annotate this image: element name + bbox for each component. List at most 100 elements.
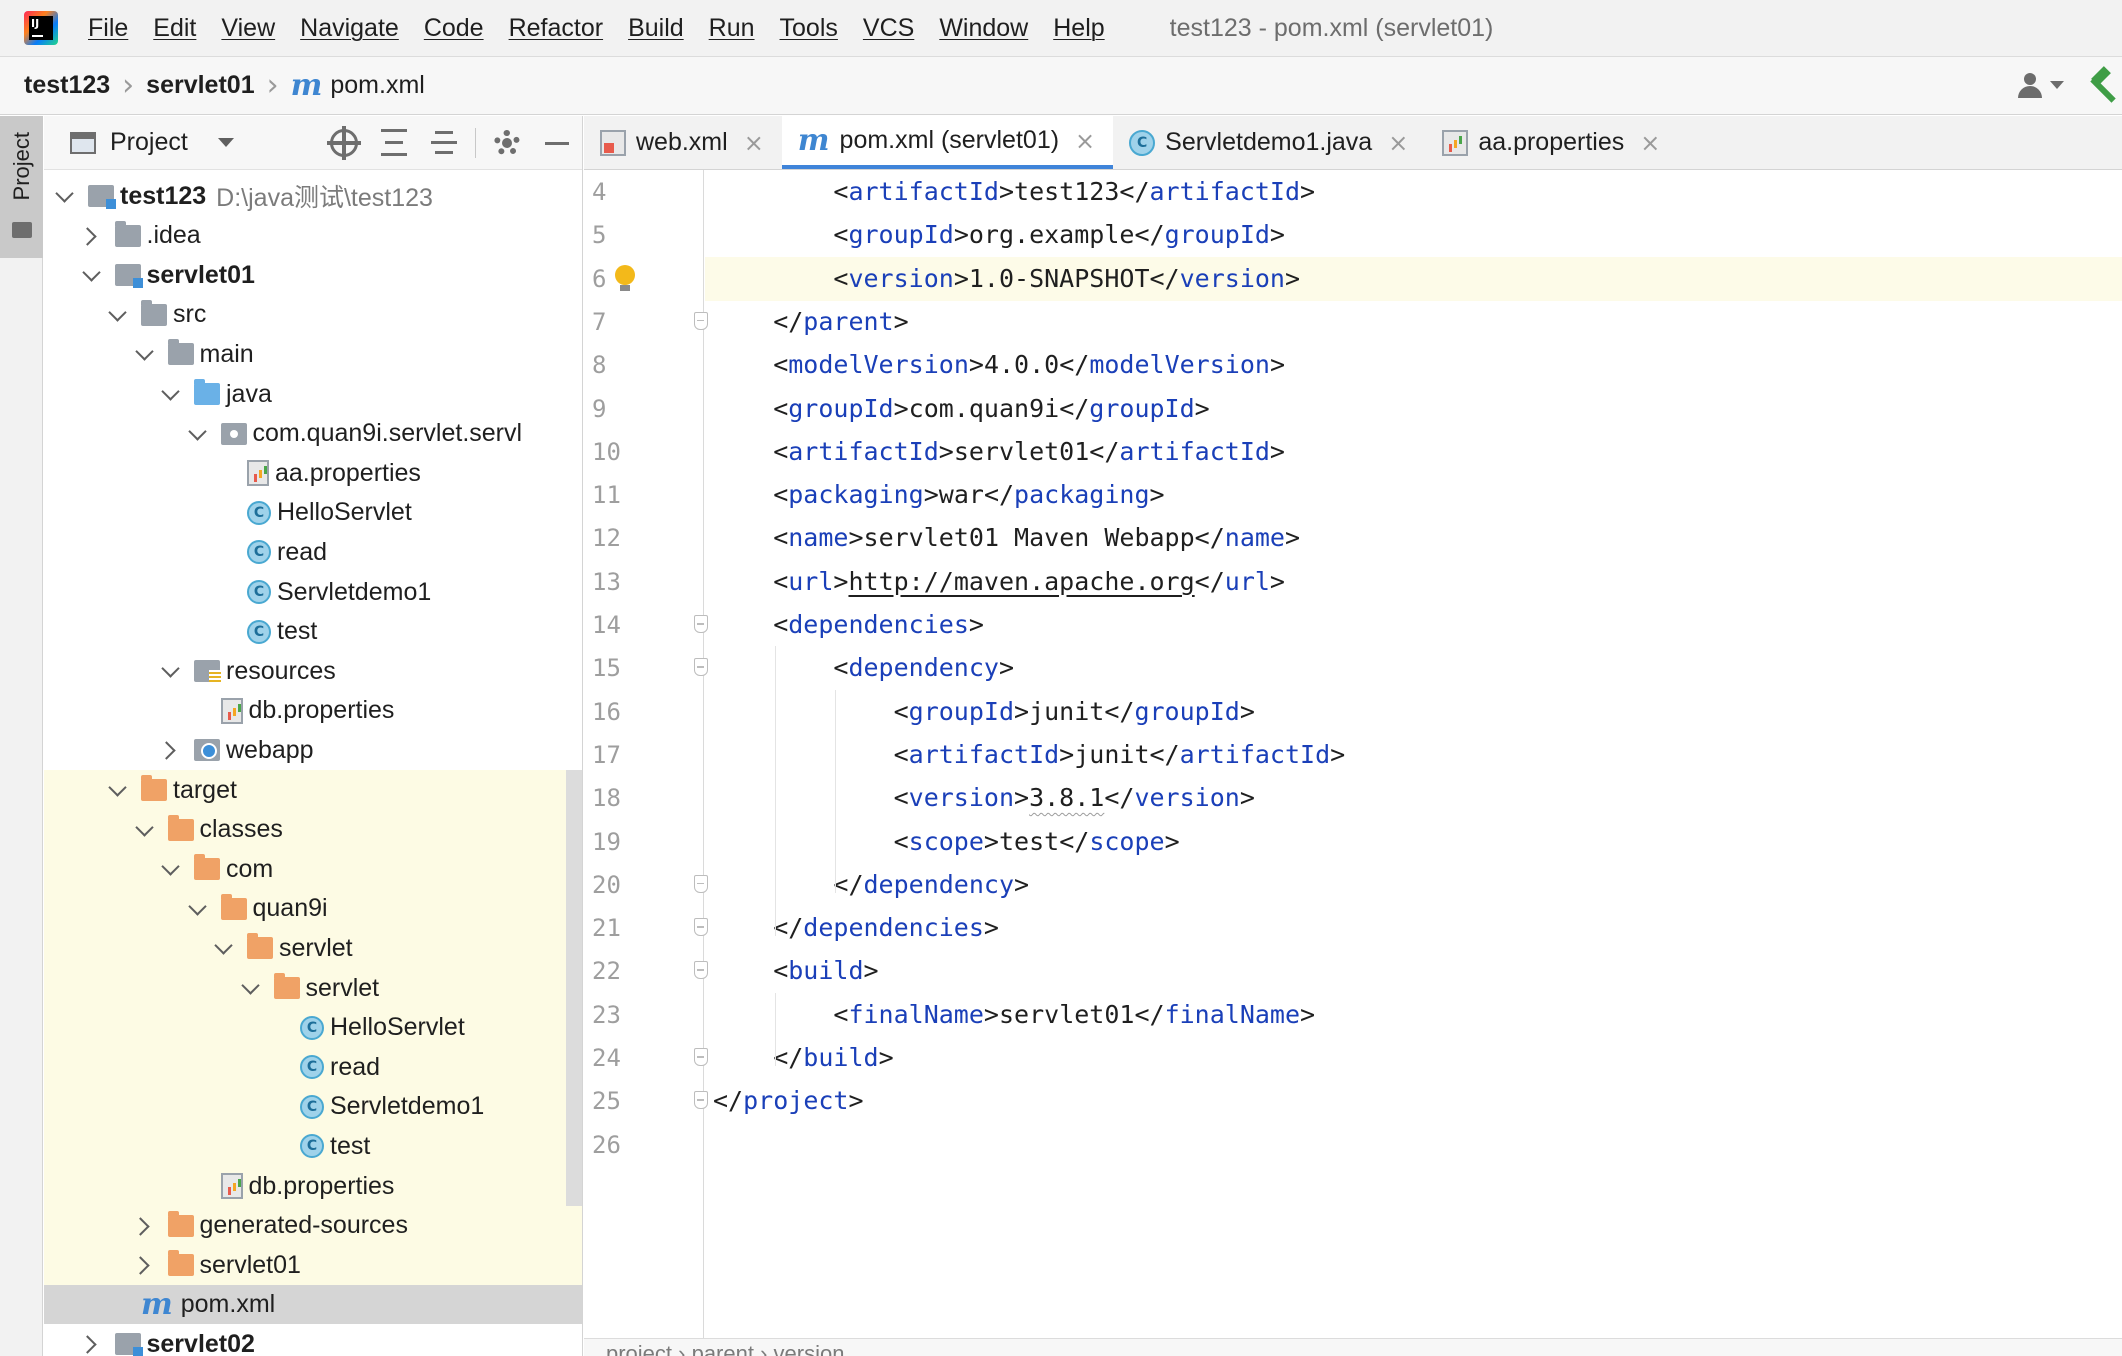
chevron-down-icon[interactable] <box>158 856 184 882</box>
menu-file[interactable]: File <box>88 14 128 43</box>
project-panel-title[interactable]: Project <box>110 128 188 157</box>
chevron-down-icon[interactable] <box>238 975 264 1001</box>
chevron-down-icon[interactable] <box>132 341 158 367</box>
tree-item[interactable]: db.properties <box>44 691 394 731</box>
tree-item[interactable]: target <box>44 770 237 810</box>
chevron-down-icon[interactable] <box>52 183 78 209</box>
tree-item[interactable]: resources <box>44 651 336 691</box>
breadcrumb-file[interactable]: pom.xml <box>330 71 424 100</box>
chevron-down-icon[interactable] <box>105 777 131 803</box>
menu-refactor[interactable]: Refactor <box>509 14 603 43</box>
tree-item[interactable]: src <box>44 295 206 335</box>
chevron-down-icon[interactable] <box>185 896 211 922</box>
line-number: 25 <box>592 1087 621 1116</box>
tree-item[interactable]: classes <box>44 810 283 850</box>
expand-all-icon <box>381 129 407 157</box>
tree-item[interactable]: Cread <box>44 1047 380 1087</box>
project-tool-tab-label: Project <box>9 132 34 201</box>
chevron-down-icon[interactable] <box>211 935 237 961</box>
menu-build[interactable]: Build <box>628 14 684 43</box>
tree-item[interactable]: main <box>44 334 254 374</box>
chevron-down-icon[interactable] <box>79 262 105 288</box>
menu-run[interactable]: Run <box>709 14 755 43</box>
tree-item[interactable]: java <box>44 374 272 414</box>
editor-tab[interactable]: aa.properties × <box>1426 116 1678 169</box>
tree-item[interactable]: servlet01 <box>44 255 255 295</box>
tree-item[interactable]: servlet02 <box>44 1324 255 1356</box>
tag-bracket: > <box>983 999 999 1029</box>
chevron-down-icon[interactable] <box>158 658 184 684</box>
tree-item[interactable]: m pom.xml <box>44 1285 275 1325</box>
menu-tools[interactable]: Tools <box>780 14 838 43</box>
close-icon[interactable]: × <box>1388 129 1408 157</box>
menu-vcs[interactable]: VCS <box>863 14 914 43</box>
line-number: 5 <box>592 221 607 250</box>
tag-bracket: > <box>1239 696 1255 726</box>
line-number: 22 <box>592 957 621 986</box>
code-editor[interactable]: <artifactId>test123</artifactId> <groupId… <box>705 170 2122 1356</box>
chevron-right-icon[interactable] <box>132 1213 158 1239</box>
xml-breadcrumb[interactable]: project › parent › version <box>584 1338 2122 1356</box>
xml-tag-value: test <box>998 826 1060 856</box>
tree-item[interactable]: generated-sources <box>44 1206 408 1246</box>
tag-bracket: < <box>773 523 789 553</box>
project-tool-tab[interactable]: Project <box>0 116 43 258</box>
expand-all-button[interactable] <box>369 116 419 170</box>
menubar: IJ File Edit View Navigate Code Refactor… <box>0 0 2122 57</box>
chevron-right-icon[interactable] <box>79 1331 105 1356</box>
menu-help[interactable]: Help <box>1053 14 1104 43</box>
chevron-down-icon[interactable] <box>217 138 234 147</box>
tree-item[interactable]: com.quan9i.servlet.servl <box>44 414 522 454</box>
editor-tab[interactable]: web.xml × <box>584 116 782 169</box>
tree-item-label: test123 <box>120 181 207 210</box>
tree-item[interactable]: C HelloServlet <box>44 493 412 533</box>
chevron-right-icon[interactable] <box>132 1252 158 1278</box>
close-icon[interactable]: × <box>744 129 764 157</box>
menu-navigate[interactable]: Navigate <box>300 14 399 43</box>
locate-file-button[interactable] <box>319 116 369 170</box>
close-icon[interactable]: × <box>1075 127 1095 155</box>
build-hammer-icon[interactable] <box>2088 66 2122 103</box>
tree-item[interactable]: C Servletdemo1 <box>44 572 431 612</box>
chevron-right-icon[interactable] <box>79 223 105 249</box>
tree-item[interactable]: aa.properties <box>44 453 421 493</box>
chevron-down-icon[interactable] <box>158 381 184 407</box>
tree-scrollbar-thumb[interactable] <box>566 770 582 1206</box>
close-icon[interactable]: × <box>1640 129 1660 157</box>
editor-tab[interactable]: C Servletdemo1.java × <box>1113 116 1426 169</box>
chevron-down-icon[interactable] <box>132 817 158 843</box>
menu-window[interactable]: Window <box>939 14 1028 43</box>
tree-item[interactable]: Cread <box>44 532 327 572</box>
hide-panel-button[interactable] <box>532 116 582 170</box>
editor-tab[interactable]: m pom.xml (servlet01) × <box>781 116 1114 169</box>
java-class-icon: C <box>300 1055 324 1080</box>
resources-folder-icon <box>194 660 221 683</box>
tree-item[interactable]: quan9i <box>44 889 328 929</box>
tree-item[interactable]: test123 D:\java测试\test123 <box>44 176 433 216</box>
tree-item[interactable]: com <box>44 849 273 889</box>
tree-item[interactable]: Ctest <box>44 612 317 652</box>
user-account-icon[interactable] <box>2016 71 2068 101</box>
tree-item[interactable]: servlet01 <box>44 1245 301 1285</box>
tree-item[interactable]: .idea <box>44 216 201 256</box>
chevron-right-icon[interactable] <box>158 737 184 763</box>
menu-edit[interactable]: Edit <box>153 14 196 43</box>
tree-item[interactable]: servlet <box>44 928 353 968</box>
tree-item[interactable]: webapp <box>44 730 314 770</box>
breadcrumb-project[interactable]: test123 <box>24 71 110 100</box>
toolbar-separator <box>475 128 476 158</box>
chevron-down-icon[interactable] <box>185 421 211 447</box>
breadcrumb-module[interactable]: servlet01 <box>146 71 254 100</box>
package-icon <box>220 422 247 445</box>
tree-item[interactable]: C HelloServlet <box>44 1008 465 1048</box>
tree-item[interactable]: servlet <box>44 968 379 1008</box>
tree-item[interactable]: db.properties <box>44 1166 394 1206</box>
menu-code[interactable]: Code <box>424 14 484 43</box>
collapse-all-button[interactable] <box>419 116 469 170</box>
chevron-down-icon[interactable] <box>105 302 131 328</box>
settings-button[interactable] <box>482 116 532 170</box>
tree-item[interactable]: C Servletdemo1 <box>44 1087 484 1127</box>
tag-bracket: < <box>833 999 849 1029</box>
menu-view[interactable]: View <box>221 14 275 43</box>
tree-item[interactable]: Ctest <box>44 1126 370 1166</box>
